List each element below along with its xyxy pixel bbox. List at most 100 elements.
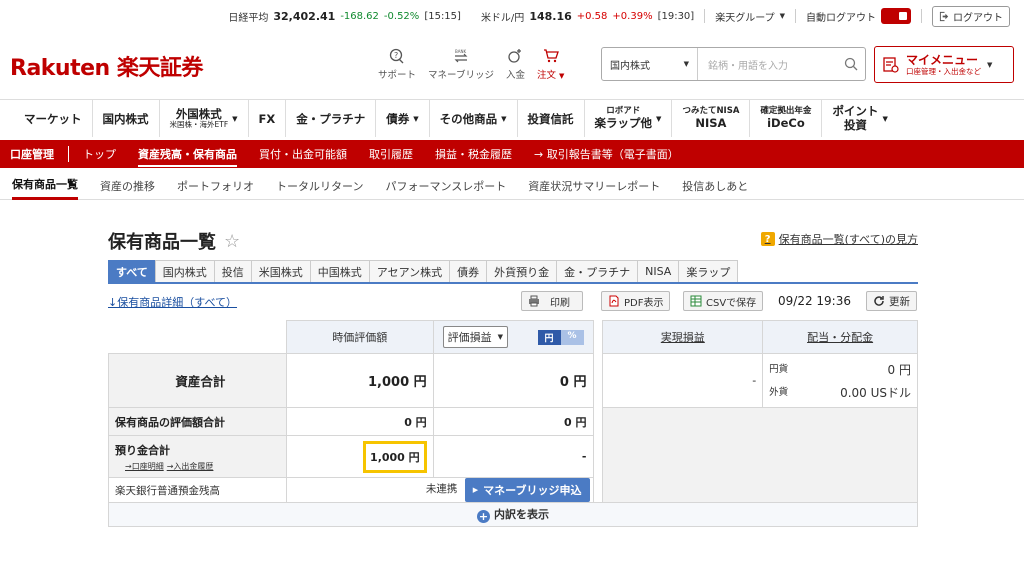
tab-china-stock[interactable]: 中国株式 bbox=[309, 260, 370, 282]
column-gap bbox=[592, 353, 604, 408]
deposit-total-label: 預り金合計 bbox=[115, 443, 170, 457]
holdings-total-value: 0 円 bbox=[285, 407, 434, 436]
print-button[interactable]: 印刷 bbox=[521, 291, 583, 311]
rakuten-securities-logo[interactable]: Rakuten 楽天証券 bbox=[10, 50, 203, 82]
account-nav-tax[interactable]: 損益・税金履歴 bbox=[435, 146, 512, 162]
search-market-select[interactable]: 国内株式 ▼ bbox=[602, 48, 698, 80]
page-title: 保有商品一覧 bbox=[108, 232, 216, 253]
holdings-subnav: 保有商品一覧 資産の推移 ポートフォリオ トータルリターン パフォーマンスレポー… bbox=[0, 172, 1024, 200]
caret-down-icon: ▼ bbox=[501, 114, 507, 123]
subnav-fund-footprint[interactable]: 投信あしあと bbox=[682, 172, 748, 200]
support-link[interactable]: ? サポート bbox=[378, 48, 416, 81]
page-title-row: 保有商品一覧 ☆ bbox=[108, 228, 240, 254]
nav-market-label: マーケット bbox=[24, 111, 82, 126]
account-nav-report[interactable]: → 取引報告書等（電子書面） bbox=[534, 146, 679, 162]
tab-domestic-stock[interactable]: 国内株式 bbox=[154, 260, 215, 282]
bank-arrows-icon: BANK bbox=[454, 49, 468, 63]
nav-fx-label: FX bbox=[258, 111, 276, 126]
nikkei-ticker: 日経平均 32,402.41 -168.62 -0.52% [15:15] bbox=[218, 9, 471, 24]
account-nav-history[interactable]: 取引履歴 bbox=[369, 146, 413, 162]
search-icon[interactable] bbox=[837, 57, 865, 71]
pdf-button[interactable]: PDF表示 bbox=[601, 291, 671, 311]
account-detail-link[interactable]: →口座明細 bbox=[125, 462, 164, 471]
tab-us-stock[interactable]: 米国株式 bbox=[250, 260, 311, 282]
nav-tsumitate-nisa[interactable]: つみたてNISA NISA bbox=[672, 100, 751, 137]
dividend-header[interactable]: 配当・分配金 bbox=[762, 320, 918, 354]
search-market-value: 国内株式 bbox=[610, 60, 650, 72]
dividend-yen-label: 円貨 bbox=[769, 363, 789, 375]
tab-rakuwrap[interactable]: 楽ラップ bbox=[678, 260, 739, 282]
caret-down-icon: ▼ bbox=[779, 12, 785, 20]
nav-robo-advisor[interactable]: ロボアド 楽ラップ他 ▼ bbox=[585, 100, 673, 137]
deposit-history-link[interactable]: →入出金履歴 bbox=[167, 462, 214, 471]
nav-fx[interactable]: FX bbox=[249, 100, 287, 137]
money-bridge-link[interactable]: BANK マネーブリッジ bbox=[428, 48, 494, 81]
tab-all[interactable]: すべて bbox=[108, 260, 156, 282]
csv-button[interactable]: CSVで保存 bbox=[683, 291, 764, 311]
nav-bond[interactable]: 債券 ▼ bbox=[376, 100, 430, 137]
star-icon[interactable]: ☆ bbox=[224, 231, 240, 252]
nav-point-investment[interactable]: ポイント 投資 ▼ bbox=[822, 100, 897, 137]
my-menu-title: マイメニュー bbox=[906, 52, 979, 67]
refresh-button[interactable]: 更新 bbox=[866, 291, 917, 311]
money-bridge-apply-label: マネーブリッジ申込 bbox=[483, 484, 582, 497]
search-input[interactable]: 銘柄・用語を入力 bbox=[698, 57, 837, 72]
show-breakdown-button[interactable]: + 内訳を表示 bbox=[108, 502, 918, 527]
logout-button[interactable]: ログアウト bbox=[932, 5, 1010, 27]
nav-bond-label: 債券 bbox=[386, 111, 410, 126]
caret-down-icon: ▼ bbox=[882, 114, 888, 123]
nikkei-time: [15:15] bbox=[424, 10, 461, 22]
column-gap bbox=[592, 407, 604, 436]
tab-foreign-deposit[interactable]: 外貨預り金 bbox=[486, 260, 558, 282]
yen-percent-toggle[interactable]: 円 % bbox=[537, 330, 584, 345]
tab-investment-trust[interactable]: 投信 bbox=[213, 260, 252, 282]
deposit-link[interactable]: 入金 bbox=[506, 48, 525, 81]
nav-domestic-label: 国内株式 bbox=[102, 111, 149, 126]
order-menu[interactable]: 注文 ▼ bbox=[537, 48, 564, 81]
nav-point-bottom: 投資 bbox=[843, 117, 867, 132]
pl-type-select[interactable]: 評価損益 ▼ bbox=[442, 326, 508, 348]
nav-domestic-stock[interactable]: 国内株式 bbox=[93, 100, 160, 137]
account-nav-holdings[interactable]: 資産残高・保有商品 bbox=[138, 146, 237, 167]
rakuten-group-menu[interactable]: 楽天グループ ▼ bbox=[705, 9, 795, 24]
subnav-performance-report[interactable]: パフォーマンスレポート bbox=[385, 172, 506, 200]
caret-down-icon: ▼ bbox=[987, 60, 993, 69]
tab-bond[interactable]: 債券 bbox=[449, 260, 488, 282]
order-label: 注文 bbox=[536, 70, 556, 81]
holdings-detail-link[interactable]: ↓保有商品詳細（すべて） bbox=[108, 294, 237, 310]
money-bridge-label: マネーブリッジ bbox=[428, 70, 494, 81]
subnav-portfolio[interactable]: ポートフォリオ bbox=[177, 172, 254, 200]
tab-nisa[interactable]: NISA bbox=[637, 260, 680, 282]
nav-market[interactable]: マーケット bbox=[14, 100, 93, 137]
nav-gold-platinum[interactable]: 金・プラチナ bbox=[286, 100, 377, 137]
subnav-holdings-list[interactable]: 保有商品一覧 bbox=[12, 172, 78, 200]
account-nav-buying-power[interactable]: 買付・出金可能額 bbox=[259, 146, 347, 162]
nav-foreign-stock[interactable]: 外国株式 米国株・海外ETF ▼ bbox=[160, 100, 249, 137]
auto-logout-toggle[interactable] bbox=[881, 8, 911, 24]
subnav-summary-report[interactable]: 資産状況サマリーレポート bbox=[528, 172, 660, 200]
tab-asean-stock[interactable]: アセアン株式 bbox=[368, 260, 451, 282]
caret-down-icon: ▼ bbox=[559, 72, 565, 80]
nav-ideco[interactable]: 確定拠出年金 iDeCo bbox=[750, 100, 823, 137]
coin-plus-icon bbox=[508, 49, 522, 63]
realized-pl-header[interactable]: 実現損益 bbox=[602, 320, 764, 354]
help-icon: ? bbox=[760, 232, 775, 246]
nav-foreign-sub: 米国株・海外ETF bbox=[169, 119, 229, 129]
asset-summary-table: 時価評価額 評価損益 ▼ 円 % 実現損益 配当・分配金 資産合計 1,000 … bbox=[108, 320, 918, 527]
subnav-total-return[interactable]: トータルリターン bbox=[276, 172, 363, 200]
holdings-total-pl: 0 円 bbox=[432, 407, 594, 436]
nikkei-value: 32,402.41 bbox=[273, 9, 336, 23]
nav-investment-trust[interactable]: 投資信託 bbox=[518, 100, 585, 137]
my-menu-button[interactable]: マイメニュー 口座管理・入出金など ▼ bbox=[874, 46, 1014, 83]
howto-link[interactable]: ? 保有商品一覧(すべて)の見方 bbox=[760, 231, 918, 247]
bank-link-status: 未連携 bbox=[425, 483, 458, 495]
pdf-label: PDF表示 bbox=[624, 297, 664, 309]
howto-label: 保有商品一覧(すべて)の見方 bbox=[778, 233, 918, 246]
subnav-asset-trend[interactable]: 資産の推移 bbox=[100, 172, 155, 200]
account-nav-top[interactable]: トップ bbox=[83, 146, 116, 162]
toggle-percent[interactable]: % bbox=[560, 330, 584, 345]
money-bridge-apply-button[interactable]: ▶ マネーブリッジ申込 bbox=[464, 478, 590, 502]
nav-other-products[interactable]: その他商品 ▼ bbox=[430, 100, 518, 137]
toggle-yen[interactable]: 円 bbox=[537, 330, 561, 345]
tab-gold-platinum[interactable]: 金・プラチナ bbox=[556, 260, 639, 282]
